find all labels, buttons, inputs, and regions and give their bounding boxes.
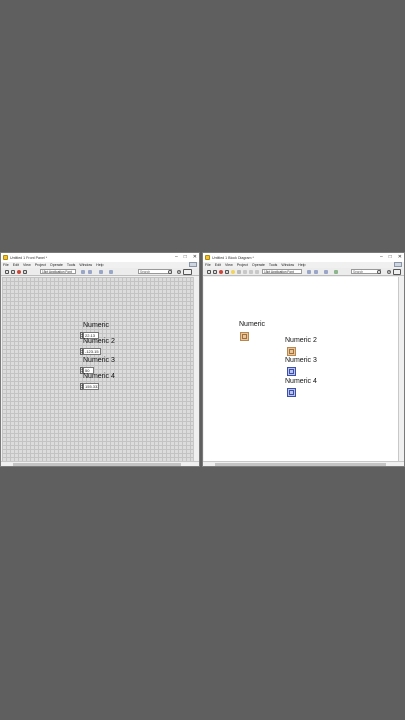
numeric-3-terminal-label: Numeric 3 bbox=[285, 357, 317, 364]
numeric-4-value-field[interactable]: 155.333 bbox=[83, 383, 99, 390]
numeric-4-control[interactable]: 155.333 bbox=[80, 383, 99, 390]
menu-project[interactable]: Project bbox=[237, 263, 248, 267]
menu-project[interactable]: Project bbox=[35, 263, 46, 267]
labview-vi-icon bbox=[205, 255, 210, 260]
run-arrow-icon[interactable] bbox=[5, 269, 9, 274]
run-continuously-icon[interactable] bbox=[213, 269, 217, 274]
minimize-button[interactable]: – bbox=[175, 253, 178, 262]
numeric-terminal-label: Numeric bbox=[239, 321, 266, 328]
distribute-objects-icon[interactable] bbox=[88, 269, 92, 274]
menu-operate[interactable]: Operate bbox=[252, 263, 265, 267]
menu-window[interactable]: Window bbox=[79, 263, 92, 267]
block-diagram-window: Untitled 1 Block Diagram * – □ ✕ File Ed… bbox=[202, 252, 405, 467]
distribute-objects-icon[interactable] bbox=[314, 269, 318, 274]
close-button[interactable]: ✕ bbox=[193, 253, 197, 262]
block-diagram-title: Untitled 1 Block Diagram * bbox=[212, 255, 254, 260]
search-icon[interactable] bbox=[168, 269, 172, 274]
search-input[interactable]: Search bbox=[138, 269, 172, 274]
front-panel-title: Untitled 1 Front Panel * bbox=[10, 255, 48, 260]
front-panel-titlebar[interactable]: Untitled 1 Front Panel * – □ ✕ bbox=[1, 253, 199, 262]
vertical-scrollbar[interactable] bbox=[193, 277, 199, 461]
retain-wire-values-icon[interactable] bbox=[237, 269, 241, 274]
numeric-2-value-field[interactable]: -123.15 bbox=[83, 348, 101, 355]
vertical-scrollbar[interactable] bbox=[398, 277, 404, 461]
menu-file[interactable]: File bbox=[205, 263, 211, 267]
numeric-4-i32-terminal[interactable] bbox=[287, 388, 296, 397]
clean-up-diagram-icon[interactable] bbox=[334, 269, 338, 274]
i32-terminal-icon bbox=[289, 390, 294, 395]
step-out-icon[interactable] bbox=[255, 269, 259, 274]
numeric-label: Numeric bbox=[83, 322, 110, 329]
menu-help[interactable]: Help bbox=[298, 263, 305, 267]
step-into-icon[interactable] bbox=[243, 269, 247, 274]
menu-edit[interactable]: Edit bbox=[215, 263, 221, 267]
numeric-2-control[interactable]: -123.15 bbox=[80, 348, 101, 355]
block-diagram-canvas[interactable]: Numeric Numeric 2 Numeric 3 Numeric 4 bbox=[204, 277, 398, 461]
menu-edit[interactable]: Edit bbox=[13, 263, 19, 267]
numeric-2-terminal-label: Numeric 2 bbox=[285, 337, 317, 344]
align-objects-icon[interactable] bbox=[307, 269, 311, 274]
step-over-icon[interactable] bbox=[249, 269, 253, 274]
increment-decrement-arrows[interactable] bbox=[80, 383, 84, 390]
numeric-dbl-terminal[interactable] bbox=[240, 332, 249, 341]
context-help-icon[interactable]: ? bbox=[177, 269, 181, 274]
numeric-4-terminal-label: Numeric 4 bbox=[285, 378, 317, 385]
increment-decrement-arrows[interactable] bbox=[80, 348, 84, 355]
numeric-4-label: Numeric 4 bbox=[83, 373, 115, 380]
menu-tools[interactable]: Tools bbox=[269, 263, 277, 267]
block-diagram-toolbar: 15pt Application Font Search ? bbox=[203, 268, 404, 276]
menu-file[interactable]: File bbox=[3, 263, 9, 267]
vi-icon-pane[interactable] bbox=[394, 262, 402, 267]
pause-icon[interactable] bbox=[23, 269, 27, 274]
menu-view[interactable]: View bbox=[23, 263, 31, 267]
run-arrow-icon[interactable] bbox=[207, 269, 211, 274]
reorder-icon[interactable] bbox=[324, 269, 328, 274]
numeric-3-label: Numeric 3 bbox=[83, 357, 115, 364]
search-icon[interactable] bbox=[377, 269, 381, 274]
dbl-terminal-icon bbox=[289, 349, 294, 354]
run-continuously-icon[interactable] bbox=[11, 269, 15, 274]
menu-window[interactable]: Window bbox=[281, 263, 294, 267]
menu-tools[interactable]: Tools bbox=[67, 263, 75, 267]
menu-view[interactable]: View bbox=[225, 263, 233, 267]
block-diagram-titlebar[interactable]: Untitled 1 Block Diagram * – □ ✕ bbox=[203, 253, 404, 262]
numeric-2-label: Numeric 2 bbox=[83, 338, 115, 345]
vi-connector-pane-icon[interactable] bbox=[183, 269, 192, 275]
align-objects-icon[interactable] bbox=[81, 269, 85, 274]
horizontal-scrollbar[interactable] bbox=[203, 461, 404, 466]
front-panel-canvas[interactable]: Numeric 22.13 Numeric 2 -123.15 Numeric … bbox=[2, 277, 193, 461]
horizontal-scroll-thumb[interactable] bbox=[13, 463, 181, 466]
maximize-button[interactable]: □ bbox=[389, 253, 392, 262]
maximize-button[interactable]: □ bbox=[184, 253, 187, 262]
numeric-3-i32-terminal[interactable] bbox=[287, 367, 296, 376]
vi-icon-pane[interactable] bbox=[189, 262, 197, 267]
front-panel-window: Untitled 1 Front Panel * – □ ✕ File Edit… bbox=[0, 252, 200, 467]
reorder-icon[interactable] bbox=[109, 269, 113, 274]
horizontal-scrollbar[interactable] bbox=[1, 461, 199, 466]
resize-objects-icon[interactable] bbox=[99, 269, 103, 274]
pause-icon[interactable] bbox=[225, 269, 229, 274]
context-help-icon[interactable]: ? bbox=[387, 269, 391, 274]
font-selector[interactable]: 15pt Application Font bbox=[262, 269, 302, 274]
menu-operate[interactable]: Operate bbox=[50, 263, 63, 267]
vi-connector-pane-icon[interactable] bbox=[393, 269, 401, 275]
close-button[interactable]: ✕ bbox=[398, 253, 402, 262]
i32-terminal-icon bbox=[289, 369, 294, 374]
dbl-terminal-icon bbox=[242, 334, 247, 339]
highlight-execution-icon[interactable] bbox=[231, 269, 235, 274]
font-selector[interactable]: 15pt Application Font bbox=[40, 269, 76, 274]
horizontal-scroll-thumb[interactable] bbox=[215, 463, 386, 466]
abort-icon[interactable] bbox=[17, 269, 21, 274]
numeric-2-dbl-terminal[interactable] bbox=[287, 347, 296, 356]
labview-vi-icon bbox=[3, 255, 8, 260]
minimize-button[interactable]: – bbox=[380, 253, 383, 262]
menu-help[interactable]: Help bbox=[96, 263, 103, 267]
front-panel-toolbar: 15pt Application Font Search ? bbox=[1, 268, 199, 276]
abort-icon[interactable] bbox=[219, 269, 223, 274]
